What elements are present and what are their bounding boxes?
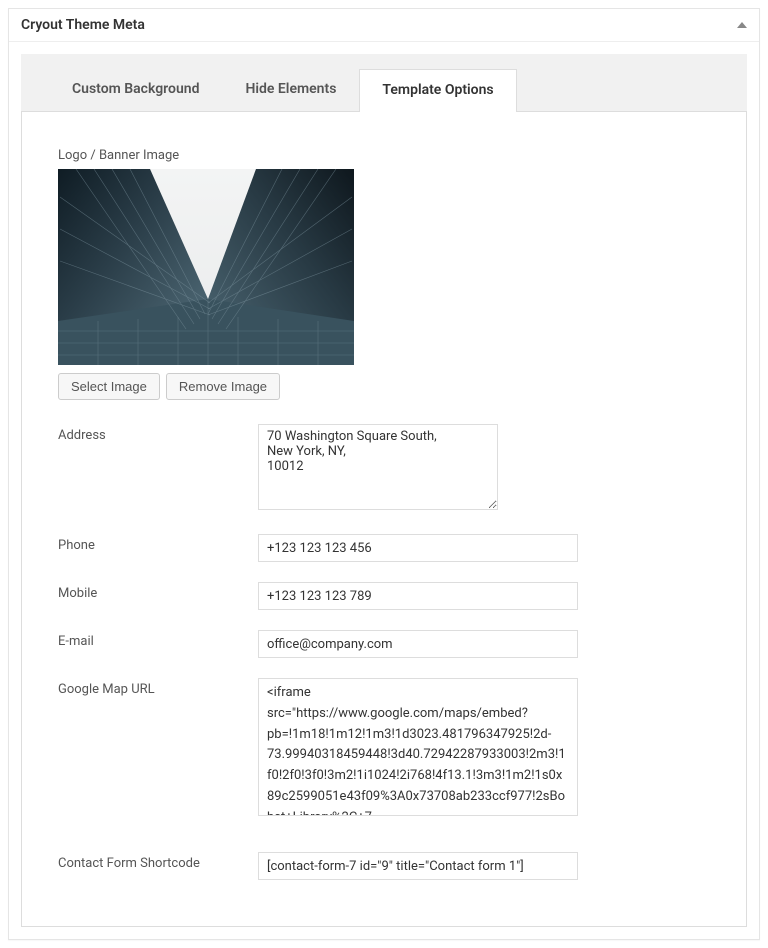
mobile-label: Mobile: [58, 582, 258, 601]
google-map-url-input[interactable]: [258, 678, 578, 816]
tab-panel-template-options: Logo / Banner Image: [21, 112, 747, 927]
tab-custom-background[interactable]: Custom Background: [49, 68, 222, 111]
google-map-url-label: Google Map URL: [58, 678, 258, 697]
collapse-toggle-icon[interactable]: [737, 22, 747, 28]
email-label: E-mail: [58, 630, 258, 649]
address-input[interactable]: [258, 424, 498, 510]
logo-banner-preview[interactable]: [58, 169, 354, 365]
remove-image-button[interactable]: Remove Image: [166, 373, 280, 400]
tab-nav: Custom Background Hide Elements Template…: [21, 54, 747, 112]
meta-box-title: Cryout Theme Meta: [21, 17, 145, 33]
contact-form-shortcode-label: Contact Form Shortcode: [58, 852, 258, 871]
meta-box-body: Custom Background Hide Elements Template…: [9, 42, 759, 939]
tab-hide-elements[interactable]: Hide Elements: [222, 68, 359, 111]
contact-form-shortcode-input[interactable]: [258, 852, 578, 880]
select-image-button[interactable]: Select Image: [58, 373, 160, 400]
email-input[interactable]: [258, 630, 578, 658]
meta-box: Cryout Theme Meta Custom Background Hide…: [8, 8, 760, 940]
image-buttons: Select Image Remove Image: [58, 373, 710, 400]
phone-label: Phone: [58, 534, 258, 553]
tab-template-options[interactable]: Template Options: [359, 69, 516, 112]
mobile-input[interactable]: [258, 582, 578, 610]
address-label: Address: [58, 424, 258, 443]
meta-box-header: Cryout Theme Meta: [9, 9, 759, 42]
phone-input[interactable]: [258, 534, 578, 562]
logo-banner-label: Logo / Banner Image: [58, 148, 710, 163]
